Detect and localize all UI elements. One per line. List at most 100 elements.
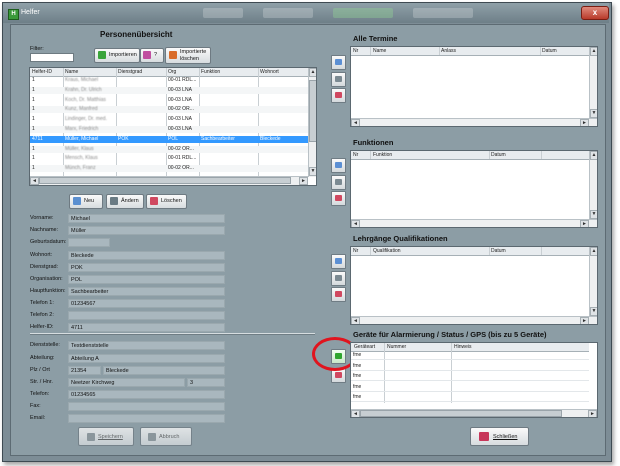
col-header-funktion[interactable]: Funktion [201,69,220,75]
scroll-right-button[interactable]: ► [580,119,589,126]
filter-input[interactable] [30,53,74,62]
aendern-button[interactable]: Ändern [106,194,144,209]
personen-vertical-scrollbar[interactable]: ▲ ▼ [308,68,316,177]
field-input[interactable]: Müller [68,226,225,235]
termin-add-button[interactable] [331,55,346,70]
field-input[interactable]: Bleckede [68,251,225,260]
scroll-thumb[interactable] [309,80,316,142]
table-row[interactable]: 1 Müller, Klaus 00-02 OR... [30,145,308,153]
col-header-qualifikation[interactable]: Qualifikation [373,248,401,254]
lehrgang-edit-button[interactable] [331,271,346,286]
importierte-loeschen-button[interactable]: Importierte löschen [165,47,211,64]
ort-field[interactable]: Bleckede [103,366,225,375]
col-header-funktion[interactable]: Funktion [373,152,392,158]
scroll-right-button[interactable]: ► [299,177,308,185]
termine-grid[interactable]: Nr Name Anlass Datum ▲ ▼ ◄ ► [350,46,598,127]
scroll-left-button[interactable]: ◄ [351,119,360,126]
scroll-down-button[interactable]: ▼ [590,307,597,316]
scroll-up-button[interactable]: ▲ [590,247,597,256]
geraete-horizontal-scrollbar[interactable]: ◄ ► [351,409,597,417]
geraete-row[interactable]: fme [351,352,589,360]
col-header-datum[interactable]: Datum [542,48,557,54]
help-button[interactable]: ? [140,48,164,63]
table-row[interactable]: 1 Koch, Dr. Matthias 00-03 LNA [30,97,308,104]
col-header-datum[interactable]: Datum [491,248,506,254]
geraete-row[interactable]: fme [351,394,589,402]
lehrgang-delete-button[interactable] [331,287,346,302]
scroll-left-button[interactable]: ◄ [351,317,360,324]
table-row[interactable]: 1 Münch, Franz 00-02 OR... [30,165,308,173]
table-row[interactable]: 1 Krahn, Dr. Ulrich 00-03 LNA [30,86,308,94]
table-row[interactable]: 1 Mensch, Klaus 00-01 RDL... [30,155,308,162]
lehrgaenge-horizontal-scrollbar[interactable]: ◄ ► [351,316,597,324]
scroll-down-button[interactable]: ▼ [309,167,316,176]
scroll-left-button[interactable]: ◄ [351,410,360,417]
lehrgaenge-vertical-scrollbar[interactable]: ▲ ▼ [589,247,597,316]
scroll-right-button[interactable]: ► [588,410,597,417]
email-field[interactable] [68,414,225,423]
col-header-nummer[interactable]: Nummer [387,344,406,350]
table-row[interactable]: 4711 Müller, Michael POK POL Sachbearbeiter B… [30,135,308,143]
termine-horizontal-scrollbar[interactable]: ◄ ► [351,118,597,126]
termine-vertical-scrollbar[interactable]: ▲ ▼ [589,47,597,118]
loeschen-button[interactable]: Löschen [146,194,187,209]
col-header-nr[interactable]: Nr [353,248,358,254]
col-header-name[interactable]: Name [65,69,78,75]
neu-button[interactable]: Neu [69,194,103,209]
field-input[interactable]: Michael [68,214,225,223]
geraete-row[interactable]: fme [351,363,589,371]
col-header-helfer-id[interactable]: Helfer-ID [32,69,52,75]
scroll-right-button[interactable]: ► [580,317,589,324]
funktionen-vertical-scrollbar[interactable]: ▲ ▼ [589,151,597,219]
personen-grid[interactable]: Helfer-ID Name Dienstgrad Org Funktion W… [29,67,317,186]
termin-delete-button[interactable] [331,88,346,103]
strasse-field[interactable]: Neetzer Kirchweg [68,378,185,387]
lehrgaenge-grid[interactable]: Nr Qualifikation Datum ▲ ▼ ◄ ► [350,246,598,325]
col-header-hinweis[interactable]: Hinweis [454,344,472,350]
funktionen-grid[interactable]: Nr Funktion Datum ▲ ▼ ◄ ► [350,150,598,228]
field-input[interactable]: POK [68,263,225,272]
scroll-left-button[interactable]: ◄ [30,177,39,185]
termin-edit-button[interactable] [331,72,346,87]
table-row[interactable]: 1 Kunz, Manfred 00-02 OR... [30,106,308,114]
col-header-nr[interactable]: Nr [353,152,358,158]
col-header-wohnort[interactable]: Wohnort [260,69,279,75]
col-header-name[interactable]: Name [373,48,386,54]
scroll-right-button[interactable]: ► [580,220,589,227]
field-input[interactable]: POL [68,275,225,284]
funktion-delete-button[interactable] [331,191,346,206]
field-input[interactable]: Sachbearbeiter [68,287,225,296]
col-header-dienstgrad[interactable]: Dienstgrad [118,69,142,75]
scroll-left-button[interactable]: ◄ [351,220,360,227]
abbruch-button[interactable]: Abbruch [140,427,192,446]
importieren-button[interactable]: Importieren [94,48,140,63]
geraete-row[interactable]: fme [351,373,589,381]
col-header-datum[interactable]: Datum [491,152,506,158]
scroll-thumb[interactable] [360,410,562,417]
abteilung-field[interactable]: Abteilung A [68,354,225,363]
col-header-nr[interactable]: Nr [353,48,358,54]
scroll-down-button[interactable]: ▼ [590,109,597,118]
scroll-up-button[interactable]: ▲ [590,151,597,160]
field-input[interactable]: 01234567 [68,299,225,308]
scroll-thumb[interactable] [39,177,291,184]
fax-field[interactable] [68,402,225,411]
dienststelle-field[interactable]: Testdienststelle [68,341,225,350]
funktion-edit-button[interactable] [331,175,346,190]
speichern-button[interactable]: Speichern [78,427,134,446]
geraete-grid[interactable]: Geräteart Nummer Hinweis fme fme fme fme fme… [350,342,598,418]
funktion-add-button[interactable] [331,158,346,173]
personen-horizontal-scrollbar[interactable]: ◄ ► [30,176,308,185]
scroll-down-button[interactable]: ▼ [590,210,597,219]
col-header-anlass[interactable]: Anlass [441,48,456,54]
funktionen-horizontal-scrollbar[interactable]: ◄ ► [351,219,597,227]
field-input[interactable]: 4711 [68,323,225,332]
schliessen-button[interactable]: Schließen [470,427,529,446]
table-row[interactable]: 1 Kraus, Michael 00-01 RDL... [30,77,308,84]
hausnummer-field[interactable]: 3 [187,378,225,387]
field-input[interactable] [68,311,225,320]
close-window-button[interactable]: x [581,6,609,20]
field-input[interactable] [68,238,110,247]
col-header-org[interactable]: Org [168,69,176,75]
scroll-up-button[interactable]: ▲ [590,47,597,56]
